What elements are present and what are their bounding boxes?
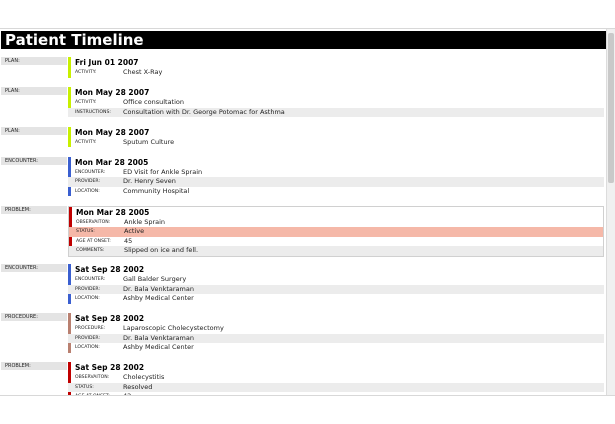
field-value: Ashby Medical Center [123,294,194,302]
entry-field-row: INSTRUCTIONS: Consultation with Dr. Georg… [68,107,604,117]
timeline-entries: PLAN: Fri Jun 01 2007 ACTIVITY: Chest X-Ray… [0,57,607,396]
field-label: LOCATION: [75,296,100,301]
field-label: PROVIDER: [75,179,101,184]
entry-field-row: PROVIDER: Dr. Bala Venktaraman [68,284,604,294]
entry-field-row: PROCEDURE: Laparoscopic Cholecystectomy [68,324,604,334]
vertical-scrollbar[interactable] [606,29,615,395]
field-label: ENCOUNTER: [75,169,106,175]
field-label: PROCEDURE: [75,326,106,331]
entry-card[interactable]: Mon May 28 2007 ACTIVITY: Sputum Culture [68,126,604,148]
field-value: Resolved [123,382,153,391]
entry-field-row: STATUS: Active [69,227,603,237]
timeline-entry: PLAN: Fri Jun 01 2007 ACTIVITY: Chest X-Ray [0,57,607,78]
page-title: Patient Timeline [1,31,607,49]
field-label: AGE AT ONSET: [76,238,111,244]
entry-date: Sat Sep 28 2002 [75,265,145,274]
timeline-content: Patient Timeline PLAN: Fri Jun 01 2007 ACT… [0,31,607,396]
field-value: ED Visit for Ankle Sprain [123,167,203,176]
field-label: AGE AT ONSET: [75,392,110,395]
field-label: OBSERVAITON: [76,219,111,225]
entry-field-row: PROVIDER: Dr. Bala Venktaraman [68,333,604,343]
field-value: Dr. Bala Venktaraman [123,284,194,293]
entry-field-row: ACTIVITY: Office consultation [68,98,604,108]
timeline-entry: PROCEDURE: Sat Sep 28 2002 PROCEDURE: Lapar… [0,313,607,353]
timeline-entry: ENCOUNTER: Mon Mar 28 2005 ENCOUNTER: ED Vi… [0,156,607,197]
timeline-entry: PLAN: Mon May 28 2007 ACTIVITY: Office cons… [0,87,607,117]
entry-date: Sat Sep 28 2002 [75,314,145,323]
entry-field-row: AGE AT ONSET: 45 [69,237,603,247]
field-value: Slipped on ice and fell. [124,246,199,254]
entry-field-row: ACTIVITY: Sputum Culture [68,138,604,148]
field-value: Laparoscopic Cholecystectomy [123,324,224,332]
field-value: 45 [124,236,133,245]
field-label: PROVIDER: [75,335,101,341]
field-value: Chest X-Ray [123,68,163,76]
entry-category-label: PLAN: [1,87,67,95]
field-label: PROVIDER: [75,286,101,292]
field-value: 42 [123,392,132,396]
entry-category-label: PROCEDURE: [1,313,67,321]
entry-card[interactable]: Fri Jun 01 2007 ACTIVITY: Chest X-Ray [68,57,604,78]
entry-category-label: PROBLEM: [1,205,67,214]
entry-date: Mon May 28 2007 [75,88,150,97]
field-value: Consultation with Dr. George Potomac for… [123,107,285,116]
field-value: Dr. Henry Seven [123,177,176,185]
entry-category-label: ENCOUNTER: [1,264,67,272]
entry-field-row: OBSERVAITON: Ankle Sprain [69,218,603,228]
entry-field-row: COMMENTS: Slipped on ice and fell. [69,246,603,256]
entry-field-row: ACTIVITY: Chest X-Ray [68,68,604,78]
entry-card[interactable]: Mon Mar 28 2005 OBSERVAITON: Ankle Sprain S… [68,205,604,257]
field-label: STATUS: [76,229,95,234]
field-label: LOCATION: [75,345,100,350]
timeline-entry: PLAN: Mon May 28 2007 ACTIVITY: Sputum Cult… [0,126,607,148]
field-label: OBSERVAITON: [75,375,110,380]
timeline-entry: PROBLEM: Mon Mar 28 2005 OBSERVAITON: Ankle… [0,205,607,257]
field-value: Ashby Medical Center [123,343,194,351]
timeline-viewport[interactable]: Patient Timeline PLAN: Fri Jun 01 2007 ACT… [0,28,615,396]
field-value: Community Hospital [123,186,190,195]
entry-date: Fri Jun 01 2007 [75,58,139,67]
entry-card[interactable]: Mon Mar 28 2005 ENCOUNTER: ED Visit for An… [68,156,604,197]
field-value: Sputum Culture [123,137,175,146]
entry-date: Sat Sep 28 2002 [75,363,145,372]
field-label: ACTIVITY: [75,139,97,145]
field-label: ACTIVITY: [75,70,97,75]
entry-card[interactable]: Sat Sep 28 2002 OBSERVAITON: Cholecystitis… [68,362,604,396]
timeline-entry: ENCOUNTER: Sat Sep 28 2002 ENCOUNTER: Gall … [0,264,607,304]
entry-category-label: PLAN: [1,126,67,135]
field-label: LOCATION: [75,188,100,194]
entry-category-label: PLAN: [1,57,67,65]
field-value: Active [124,227,145,235]
field-value: Cholecystitis [123,373,165,381]
entry-field-row: OBSERVAITON: Cholecystitis [68,373,604,383]
scrollbar-thumb[interactable] [608,33,614,183]
entry-date: Mon Mar 28 2005 [75,157,149,167]
field-label: INSTRUCTIONS: [75,109,111,115]
timeline-entry: PROBLEM: Sat Sep 28 2002 OBSERVAITON: Chole… [0,362,607,396]
entry-field-row: AGE AT ONSET: 42 [68,392,604,396]
entry-card[interactable]: Sat Sep 28 2002 ENCOUNTER: Gall Balder Sur… [68,264,604,304]
entry-category-label: ENCOUNTER: [1,156,67,165]
field-label: COMMENTS: [76,248,105,253]
entry-field-row: LOCATION: Community Hospital [68,187,604,197]
entry-field-row: STATUS: Resolved [68,382,604,392]
field-label: STATUS: [75,384,94,390]
entry-field-row: LOCATION: Ashby Medical Center [68,343,604,353]
field-value: Ankle Sprain [124,217,166,226]
field-label: ACTIVITY: [75,100,97,105]
field-value: Office consultation [123,98,185,106]
entry-category-label: PROBLEM: [1,362,67,370]
entry-card[interactable]: Mon May 28 2007 ACTIVITY: Office consultat… [68,87,604,117]
entry-field-row: PROVIDER: Dr. Henry Seven [68,177,604,187]
entry-field-row: ENCOUNTER: Gall Balder Surgery [68,275,604,285]
field-value: Gall Balder Surgery [123,275,187,283]
entry-date: Mon May 28 2007 [75,127,150,137]
entry-field-row: LOCATION: Ashby Medical Center [68,294,604,304]
entry-date: Mon Mar 28 2005 [76,207,150,217]
field-label: ENCOUNTER: [75,277,106,282]
field-value: Dr. Bala Venktaraman [123,333,194,342]
entry-card[interactable]: Sat Sep 28 2002 PROCEDURE: Laparoscopic Ch… [68,313,604,353]
entry-field-row: ENCOUNTER: ED Visit for Ankle Sprain [68,168,604,178]
